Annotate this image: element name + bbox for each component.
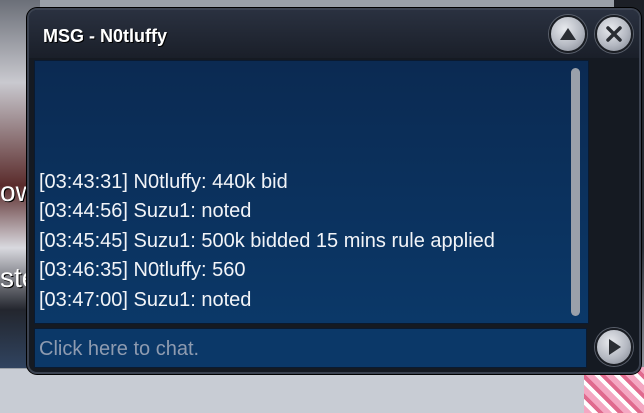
chat-window[interactable]: MSG - N0tluffy [03:43:31] N0tluffy: 440k… (27, 8, 641, 374)
chat-message: [03:46:35] N0tluffy: 560 (39, 259, 246, 281)
close-button[interactable] (595, 15, 633, 53)
play-arrow-icon (609, 339, 621, 355)
background-game-scene-bottom (0, 368, 644, 413)
send-button[interactable] (595, 328, 633, 366)
chat-message: [03:43:31] N0tluffy: 440k bid (39, 170, 288, 193)
scrollbar-thumb[interactable] (571, 68, 580, 316)
chat-input[interactable]: Click here to chat. (34, 328, 587, 368)
chat-message: [03:47:00] Suzu1: noted (39, 288, 252, 311)
message-list: [03:43:31] N0tluffy: 440k bid [03:44:56]… (39, 168, 564, 316)
close-icon (606, 26, 622, 42)
chat-log[interactable]: [03:43:31] N0tluffy: 440k bid [03:44:56]… (34, 60, 589, 324)
scroll-up-button[interactable] (549, 15, 587, 53)
chat-scrollbar[interactable] (569, 66, 583, 320)
chevron-up-icon (560, 28, 576, 40)
chat-message: [03:44:56] Suzu1: noted (39, 200, 252, 222)
chat-message: [03:45:45] Suzu1: 500k bidded 15 mins ru… (39, 229, 495, 252)
window-title: MSG - N0tluffy (43, 26, 167, 46)
window-titlebar[interactable]: MSG - N0tluffy (29, 10, 639, 58)
